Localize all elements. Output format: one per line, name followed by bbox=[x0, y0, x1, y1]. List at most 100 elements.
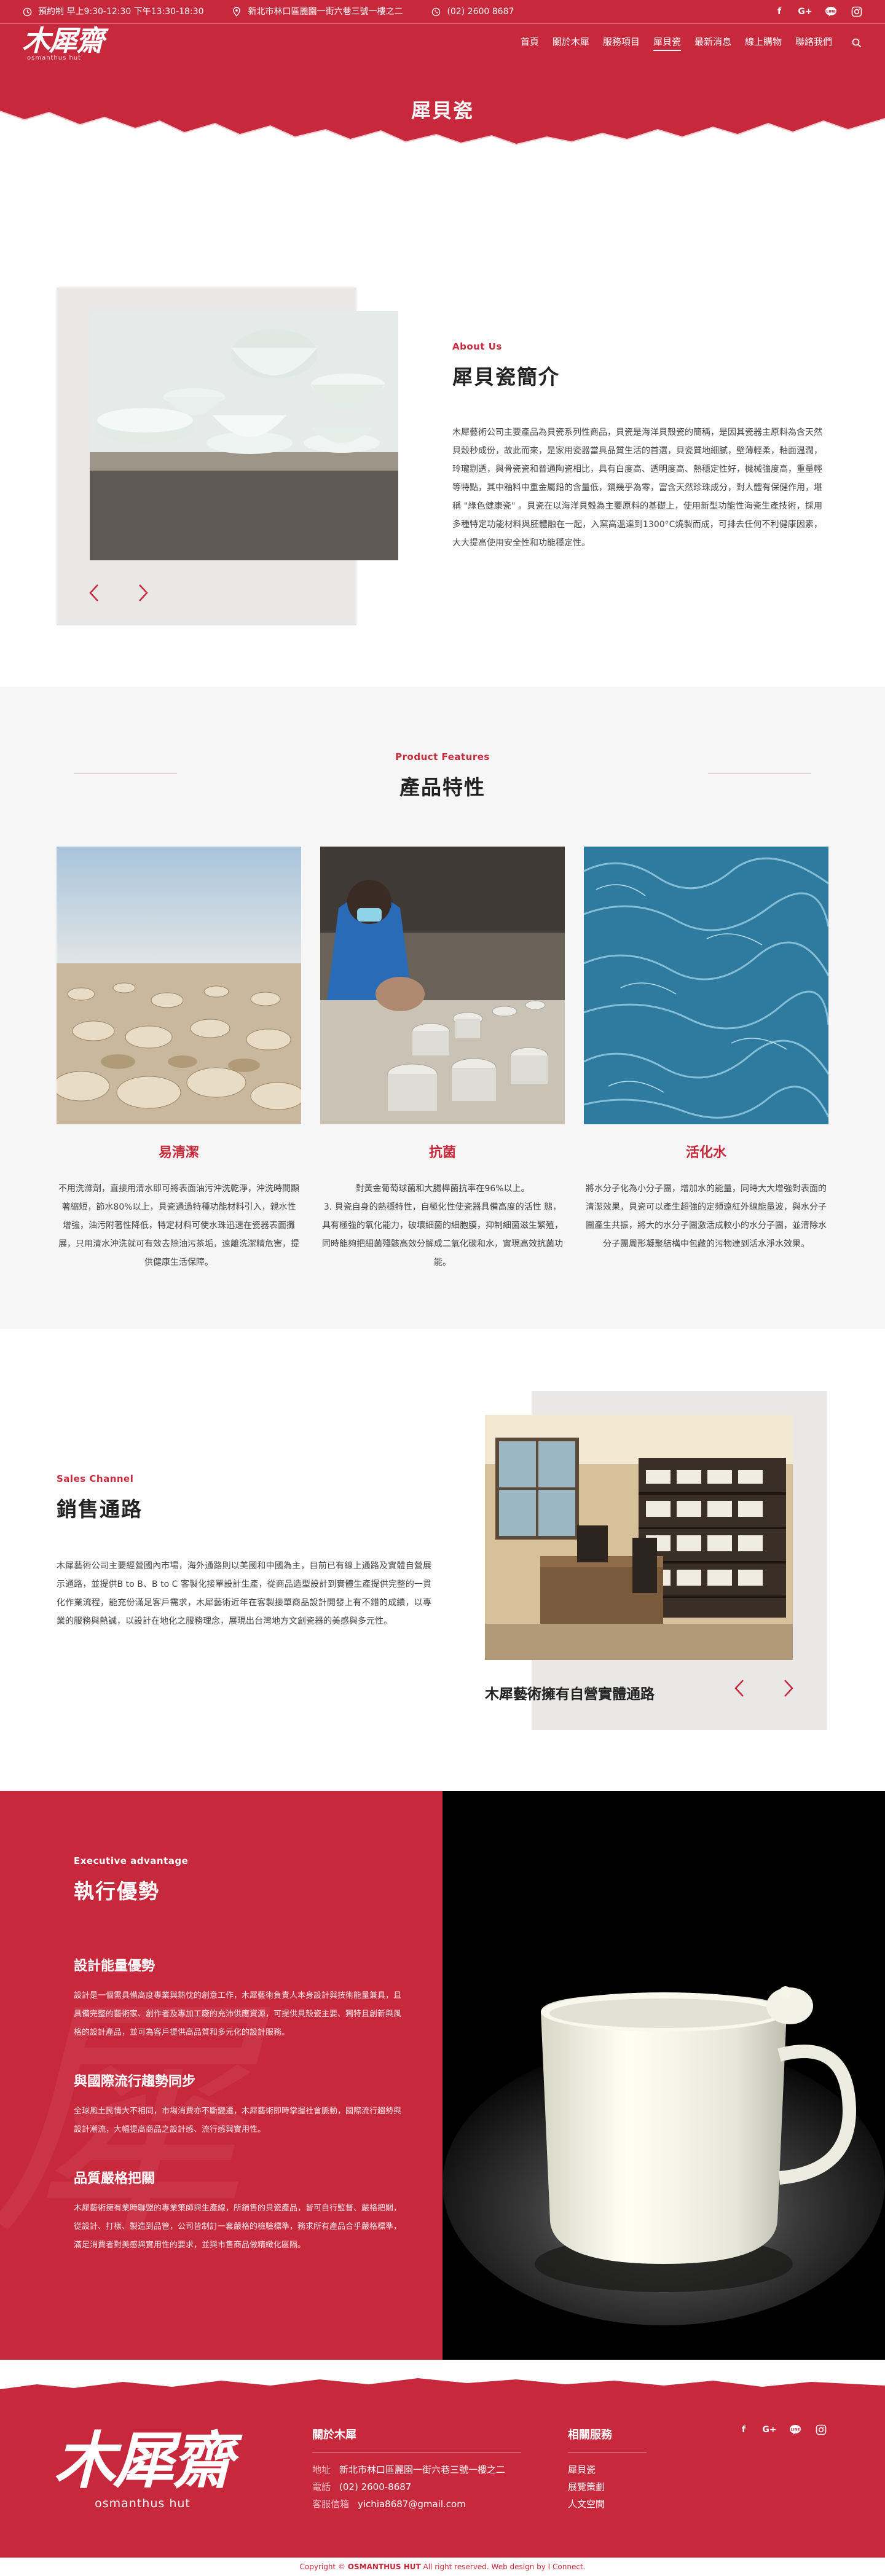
nav-news[interactable]: 最新消息 bbox=[694, 35, 731, 51]
next-arrow-icon[interactable] bbox=[779, 1679, 798, 1697]
seashells-photo bbox=[57, 847, 301, 1124]
exec-item-text: 全球風土民情大不相同，市場消費亦不斷變遷，木犀藝術即時掌握社會脈動，國際流行趨勢… bbox=[74, 2106, 402, 2134]
address-value: 新北市林口區麗園一街六巷三號一樓之二 bbox=[339, 2464, 506, 2476]
phone-text: (02) 2600 8687 bbox=[447, 6, 514, 17]
feature-text: 將水分子化為小分子團，增加水的能量，同時大大增強對表面的清潔效果，貝瓷可以產生超… bbox=[586, 1183, 827, 1249]
copyright-brand: OSMANTHUS HUT bbox=[347, 2562, 421, 2571]
exec-heading: 執行優勢 bbox=[74, 1879, 160, 1903]
phone-value: (02) 2600-8687 bbox=[339, 2481, 412, 2493]
exec-item-title: 與國際流行趨勢同步 bbox=[74, 2073, 196, 2089]
google-plus-icon[interactable]: G+ bbox=[798, 6, 812, 18]
copyright-bar: Copyright © OSMANTHUS HUT All right rese… bbox=[0, 2558, 885, 2576]
copyright-suffix: All right reserved. Web design by I Conn… bbox=[423, 2562, 586, 2571]
feature-title: 易清潔 bbox=[158, 1145, 199, 1161]
feature-title: 活化水 bbox=[685, 1145, 726, 1161]
footer-torn-edge bbox=[0, 2378, 885, 2393]
footer-services-column: 相關服務 犀貝瓷 展覽策劃 人文空間 bbox=[568, 2425, 647, 2513]
nav-about[interactable]: 關於木犀 bbox=[553, 35, 589, 51]
exec-item-trends: 與國際流行趨勢同步 全球風土民情大不相同，市場消費亦不斷變遷，木犀藝術即時掌握社… bbox=[74, 2069, 406, 2139]
svg-text:LINE: LINE bbox=[790, 2428, 800, 2432]
address-info: 新北市林口區麗園一街六巷三號一樓之二 bbox=[232, 4, 403, 20]
sales-heading: 銷售通路 bbox=[57, 1497, 143, 1521]
sales-slider-controls bbox=[730, 1679, 798, 1697]
footer-service-link[interactable]: 人文空間 bbox=[568, 2496, 647, 2513]
footer-services-list: 犀貝瓷 展覽策劃 人文空間 bbox=[568, 2461, 647, 2513]
sales-paragraph: 木犀藝術公司主要經營國內市場，海外通路則以美國和中國為主，目前已有線上通路及實體… bbox=[57, 1561, 431, 1627]
main-nav: 首頁 關於木犀 服務項目 犀貝瓷 最新消息 線上購物 聯絡我們 bbox=[521, 35, 863, 51]
nav-home[interactable]: 首頁 bbox=[521, 35, 539, 51]
footer-logo-mark: 木犀齋 bbox=[54, 2424, 234, 2497]
exec-item-title: 品質嚴格把關 bbox=[74, 2171, 155, 2186]
email-value: yichia8687@gmail.com bbox=[358, 2499, 466, 2510]
footer-service-link[interactable]: 犀貝瓷 bbox=[568, 2461, 647, 2478]
exec-item-title: 設計能量優勢 bbox=[74, 1959, 155, 1975]
footer-logo[interactable]: 木犀齋 osmanthus hut bbox=[54, 2424, 234, 2515]
nav-contact[interactable]: 聯絡我們 bbox=[795, 35, 832, 51]
phone-label: 電話 bbox=[312, 2481, 331, 2493]
google-plus-icon[interactable]: G+ bbox=[762, 2424, 776, 2436]
artisan-at-work-photo bbox=[320, 847, 565, 1124]
site-logo[interactable]: 木犀齋 osmanthus hut bbox=[22, 26, 104, 62]
feature-card-easy-clean: 易清潔 不用洗滌劑，直接用清水即可將表面油污沖洗乾淨，沖洗時間顯著縮短，節水80… bbox=[57, 847, 301, 1272]
about-eyebrow: About Us bbox=[452, 341, 502, 352]
about-heading: 犀貝瓷簡介 bbox=[452, 364, 560, 389]
footer-about-title: 關於木犀 bbox=[312, 2425, 521, 2453]
prev-arrow-icon[interactable] bbox=[730, 1679, 749, 1697]
feature-text: 對黃金葡萄球菌和大腸桿菌抗率在96%以上。 3. 貝瓷自身的熱穩特性，自極化性使… bbox=[322, 1183, 563, 1267]
search-icon[interactable] bbox=[851, 37, 863, 49]
phone-info[interactable]: (02) 2600 8687 bbox=[431, 4, 514, 20]
exec-item-text: 木犀藝術擁有業時聯盟的專業策師與生產線，所銷售的貝瓷產品，皆可自行監督、嚴格把關… bbox=[74, 2203, 402, 2250]
exec-item-text: 設計是一個需具備高度專業與熱忱的創意工作，木犀藝術負責人本身設計與技術能量兼具，… bbox=[74, 1991, 402, 2037]
next-arrow-icon[interactable] bbox=[134, 584, 152, 602]
nav-shop[interactable]: 線上購物 bbox=[745, 35, 782, 51]
white-cup-photo bbox=[442, 1791, 885, 2360]
features-heading: Product Features 產品特性 bbox=[0, 748, 885, 807]
top-info-bar: 預約制 早上9:30-12:30 下午13:30-18:30 新北市林口區麗園一… bbox=[0, 0, 885, 23]
exec-text-panel: 犀 Executive advantage 執行優勢 設計能量優勢 設計是一個需… bbox=[0, 1791, 442, 2360]
address-text: 新北市林口區麗園一街六巷三號一樓之二 bbox=[248, 6, 403, 17]
about-text-block: About Us 犀貝瓷簡介 木犀藝術公司主要產品為貝瓷系列性商品，貝瓷是海洋貝… bbox=[452, 338, 822, 552]
feature-card-antibacterial: 抗菌 對黃金葡萄球菌和大腸桿菌抗率在96%以上。 3. 貝瓷自身的熱穩特性，自極… bbox=[320, 847, 565, 1272]
sales-text-block: Sales Channel 銷售通路 木犀藝術公司主要經營國內市場，海外通路則以… bbox=[57, 1470, 431, 1631]
line-icon[interactable]: LINE bbox=[825, 6, 837, 18]
logo-subtitle: osmanthus hut bbox=[27, 55, 82, 61]
executive-advantage-section: 犀 Executive advantage 執行優勢 設計能量優勢 設計是一個需… bbox=[0, 1791, 885, 2360]
nav-services[interactable]: 服務項目 bbox=[603, 35, 640, 51]
instagram-icon[interactable] bbox=[815, 2424, 827, 2436]
feature-text: 不用洗滌劑，直接用清水即可將表面油污沖洗乾淨，沖洗時間顯著縮短，節水80%以上，… bbox=[58, 1183, 299, 1267]
site-footer: 木犀齋 osmanthus hut 關於木犀 地址 新北市林口區麗園一街六巷三號一… bbox=[0, 2378, 885, 2558]
about-section: About Us 犀貝瓷簡介 木犀藝術公司主要產品為貝瓷系列性商品，貝瓷是海洋貝… bbox=[0, 154, 885, 687]
facebook-icon[interactable]: f bbox=[738, 2424, 750, 2436]
footer-social-links: f G+ LINE bbox=[738, 2424, 827, 2436]
porcelain-tableware-photo bbox=[90, 311, 398, 560]
prev-arrow-icon[interactable] bbox=[85, 584, 103, 602]
footer-phone-row[interactable]: 電話 (02) 2600-8687 bbox=[312, 2478, 521, 2496]
feature-card-activated-water: 活化水 將水分子化為小分子團，增加水的能量，同時大大增強對表面的清潔效果，貝瓷可… bbox=[584, 847, 828, 1272]
line-icon[interactable]: LINE bbox=[789, 2424, 801, 2436]
footer-address-row: 地址 新北市林口區麗園一街六巷三號一樓之二 bbox=[312, 2461, 521, 2478]
hours-text: 預約制 早上9:30-12:30 下午13:30-18:30 bbox=[38, 6, 204, 17]
features-title: 產品特性 bbox=[399, 775, 486, 799]
showroom-photo bbox=[485, 1415, 793, 1660]
instagram-icon[interactable] bbox=[851, 6, 863, 18]
features-section: Product Features 產品特性 易清潔 不用洗滌劑，直接用清水即可將… bbox=[0, 687, 885, 1329]
about-paragraph: 木犀藝術公司主要產品為貝瓷系列性商品，貝瓷是海洋貝殼瓷的簡稱，是因其瓷器主原料為… bbox=[452, 428, 822, 549]
map-pin-icon bbox=[232, 7, 242, 17]
svg-text:LINE: LINE bbox=[826, 10, 835, 14]
footer-services-title: 相關服務 bbox=[568, 2425, 647, 2453]
nav-shell-porcelain[interactable]: 犀貝瓷 bbox=[653, 35, 681, 51]
facebook-icon[interactable]: f bbox=[773, 6, 785, 18]
address-label: 地址 bbox=[312, 2464, 331, 2476]
exec-item-quality: 品質嚴格把關 木犀藝術擁有業時聯盟的專業策師與生產線，所銷售的貝瓷產品，皆可自行… bbox=[74, 2166, 406, 2255]
about-slider-controls bbox=[85, 584, 152, 602]
feature-cards: 易清潔 不用洗滌劑，直接用清水即可將表面油污沖洗乾淨，沖洗時間顯著縮短，節水80… bbox=[57, 847, 828, 1272]
footer-about-column: 關於木犀 地址 新北市林口區麗園一街六巷三號一樓之二 電話 (02) 2600-86… bbox=[312, 2425, 521, 2513]
features-eyebrow: Product Features bbox=[395, 751, 490, 762]
clock-icon bbox=[22, 7, 32, 17]
footer-service-link[interactable]: 展覽策劃 bbox=[568, 2478, 647, 2496]
hours-info: 預約制 早上9:30-12:30 下午13:30-18:30 bbox=[22, 4, 203, 20]
exec-eyebrow: Executive advantage bbox=[74, 1855, 189, 1866]
footer-email-row[interactable]: 客服信箱 yichia8687@gmail.com bbox=[312, 2496, 521, 2513]
sales-photo-caption: 木犀藝術擁有自營實體通路 bbox=[485, 1686, 655, 1702]
copyright-prefix: Copyright © bbox=[299, 2562, 345, 2571]
